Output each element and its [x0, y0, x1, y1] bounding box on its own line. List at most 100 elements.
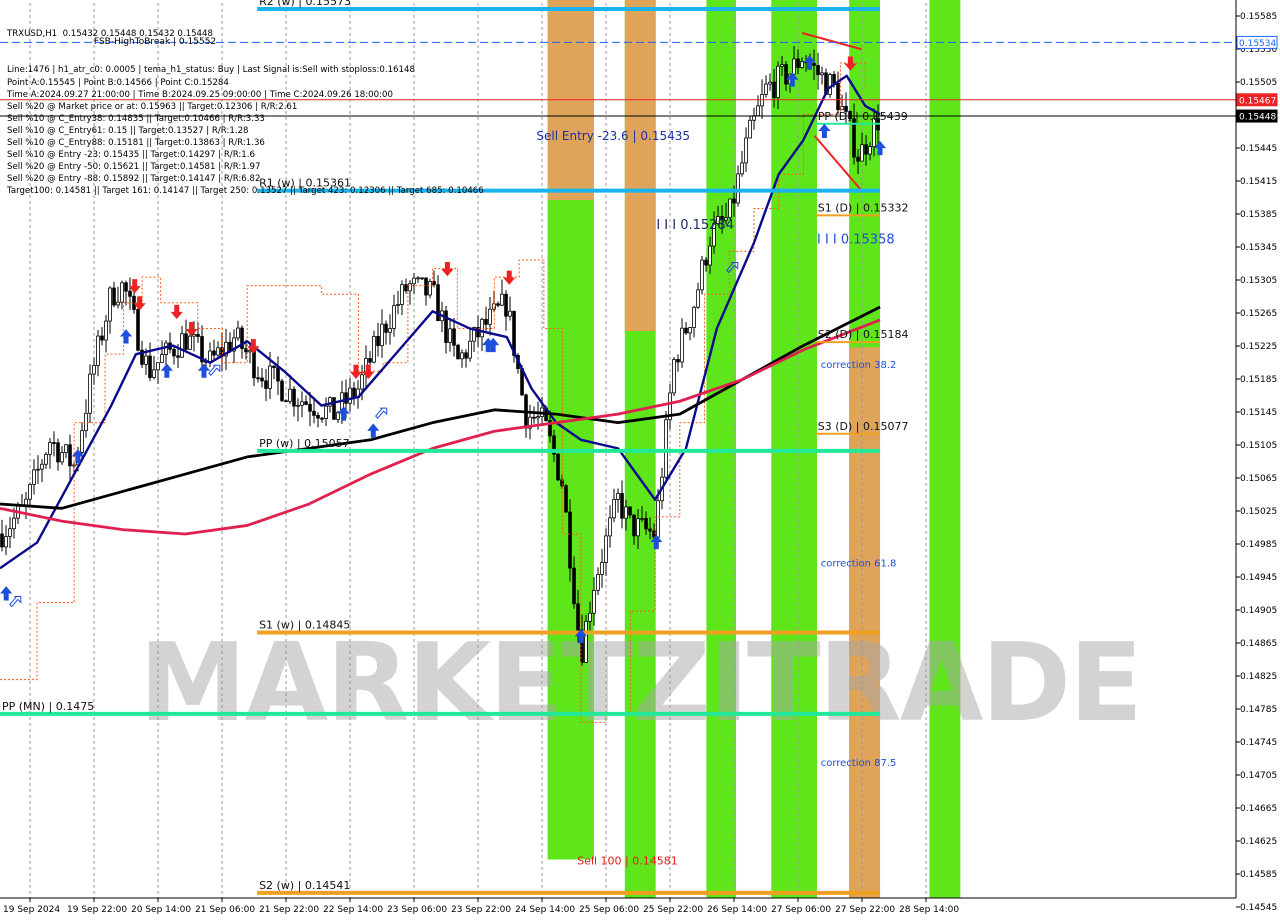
candle-body: [404, 284, 408, 292]
candle-body: [488, 308, 492, 325]
y-tick-label: 0.15385: [1240, 210, 1277, 220]
candle-body: [4, 536, 8, 548]
ma-line-1: [0, 305, 881, 510]
candle-body: [216, 347, 220, 356]
chart-annotation: Sell Entry -23.6 | 0.15435: [536, 129, 690, 143]
candle-body: [600, 562, 604, 575]
candle-body: [0, 533, 4, 548]
x-tick-label: 21 Sep 06:00: [195, 905, 255, 915]
candle-body: [700, 259, 704, 291]
candle-body: [116, 301, 120, 306]
candle-body: [692, 306, 696, 328]
candle-body: [8, 528, 12, 537]
pivot-level-label: PP (MN) | 0.1475: [2, 700, 94, 713]
buy-arrow-icon: [160, 363, 173, 378]
candle-body: [500, 293, 504, 306]
candle-body: [604, 535, 608, 563]
sell-arrow-icon: [133, 296, 146, 311]
x-tick-label: 19 Sep 2024: [3, 905, 60, 915]
x-axis-panel: [0, 898, 1280, 920]
x-tick-label: 24 Sep 14:00: [515, 905, 575, 915]
candle-body: [316, 415, 320, 419]
candle-body: [620, 493, 624, 519]
buy-arrow-icon: [818, 123, 831, 138]
candle-body: [180, 333, 184, 358]
candle-body: [496, 303, 500, 306]
x-tick-label: 25 Sep 06:00: [579, 905, 639, 915]
candle-body: [748, 119, 752, 139]
pivot-level-label: S3 (D) | 0.15077: [818, 420, 909, 433]
candle-body: [680, 327, 684, 363]
candle-body: [388, 328, 392, 333]
candle-body: [332, 397, 336, 420]
candle-body: [732, 198, 736, 204]
x-tick-label: 25 Sep 22:00: [643, 905, 703, 915]
candle-body: [96, 335, 100, 366]
y-tick-label: 0.14945: [1240, 573, 1277, 583]
candle-body: [144, 355, 148, 365]
y-tick-label: 0.14865: [1240, 639, 1277, 649]
price-chart[interactable]: MARKETZITRADE R2 (w) | 0.15573 R1 (w) | 0.…: [0, 0, 1280, 920]
candle-body: [696, 289, 700, 308]
candle-body: [28, 484, 32, 500]
candle-body: [108, 287, 112, 322]
candle-body: [408, 283, 412, 292]
candle-body: [212, 350, 216, 356]
info-line: Sell %10 @ C_Entry61: 0.15 || Target:0.1…: [7, 125, 249, 136]
chart-annotation: correction 61.8: [821, 559, 897, 570]
x-tick-label: 27 Sep 06:00: [771, 905, 831, 915]
y-tick-label: 0.14545: [1240, 903, 1277, 913]
candle-body: [112, 287, 116, 306]
candle-body: [92, 364, 96, 375]
candle-body: [460, 352, 464, 360]
candle-body: [208, 350, 212, 362]
pivot-level-label: S2 (D) | 0.15184: [818, 328, 909, 341]
candle-body: [768, 81, 772, 85]
y-tick-label: 0.15505: [1240, 78, 1277, 88]
candle-body: [624, 506, 628, 519]
candle-body: [764, 83, 768, 95]
candle-body: [88, 373, 92, 414]
candle-body: [148, 355, 152, 378]
candle-body: [312, 410, 316, 416]
candle-body: [32, 469, 36, 485]
x-tick-label: 21 Sep 22:00: [259, 905, 319, 915]
buy-arrow-icon: [337, 406, 350, 421]
candle-body: [776, 65, 780, 99]
candle-body: [268, 365, 272, 389]
candle-body: [52, 442, 56, 444]
chart-annotation: Sell 100 | 0.14581: [577, 855, 678, 868]
x-tick-label: 28 Sep 14:00: [899, 905, 959, 915]
candle-body: [256, 377, 260, 380]
pivot-level-label: S2 (w) | 0.14541: [259, 879, 350, 892]
y-tick-label: 0.15445: [1240, 144, 1277, 154]
sell-arrow-icon: [441, 262, 454, 277]
candle-body: [12, 517, 16, 530]
candle-body: [124, 282, 128, 292]
price-tag-label: 0.15534: [1239, 39, 1276, 49]
candle-body: [596, 574, 600, 591]
candle-body: [260, 377, 264, 382]
y-tick-label: 0.15185: [1240, 375, 1277, 385]
sell-arrow-icon: [128, 279, 141, 294]
candle-body: [784, 64, 788, 85]
candle-body: [772, 81, 776, 99]
candle-body: [796, 58, 800, 69]
y-tick-label: 0.15415: [1240, 177, 1277, 187]
y-tick-label: 0.15145: [1240, 408, 1277, 418]
candle-body: [280, 380, 284, 402]
candle-body: [360, 374, 364, 390]
x-tick-label: 23 Sep 06:00: [387, 905, 447, 915]
candle-body: [656, 500, 660, 538]
candle-body: [556, 453, 560, 481]
candle-body: [264, 380, 268, 389]
y-tick-label: 0.14745: [1240, 738, 1277, 748]
candle-body: [676, 359, 680, 363]
candle-body: [664, 419, 668, 478]
candle-body: [812, 63, 816, 66]
price-tag-label: 0.15448: [1239, 113, 1276, 123]
chart-annotation: correction 38.2: [821, 360, 897, 371]
candle-body: [172, 348, 176, 357]
y-tick-label: 0.15065: [1240, 474, 1277, 484]
candle-body: [40, 463, 44, 470]
